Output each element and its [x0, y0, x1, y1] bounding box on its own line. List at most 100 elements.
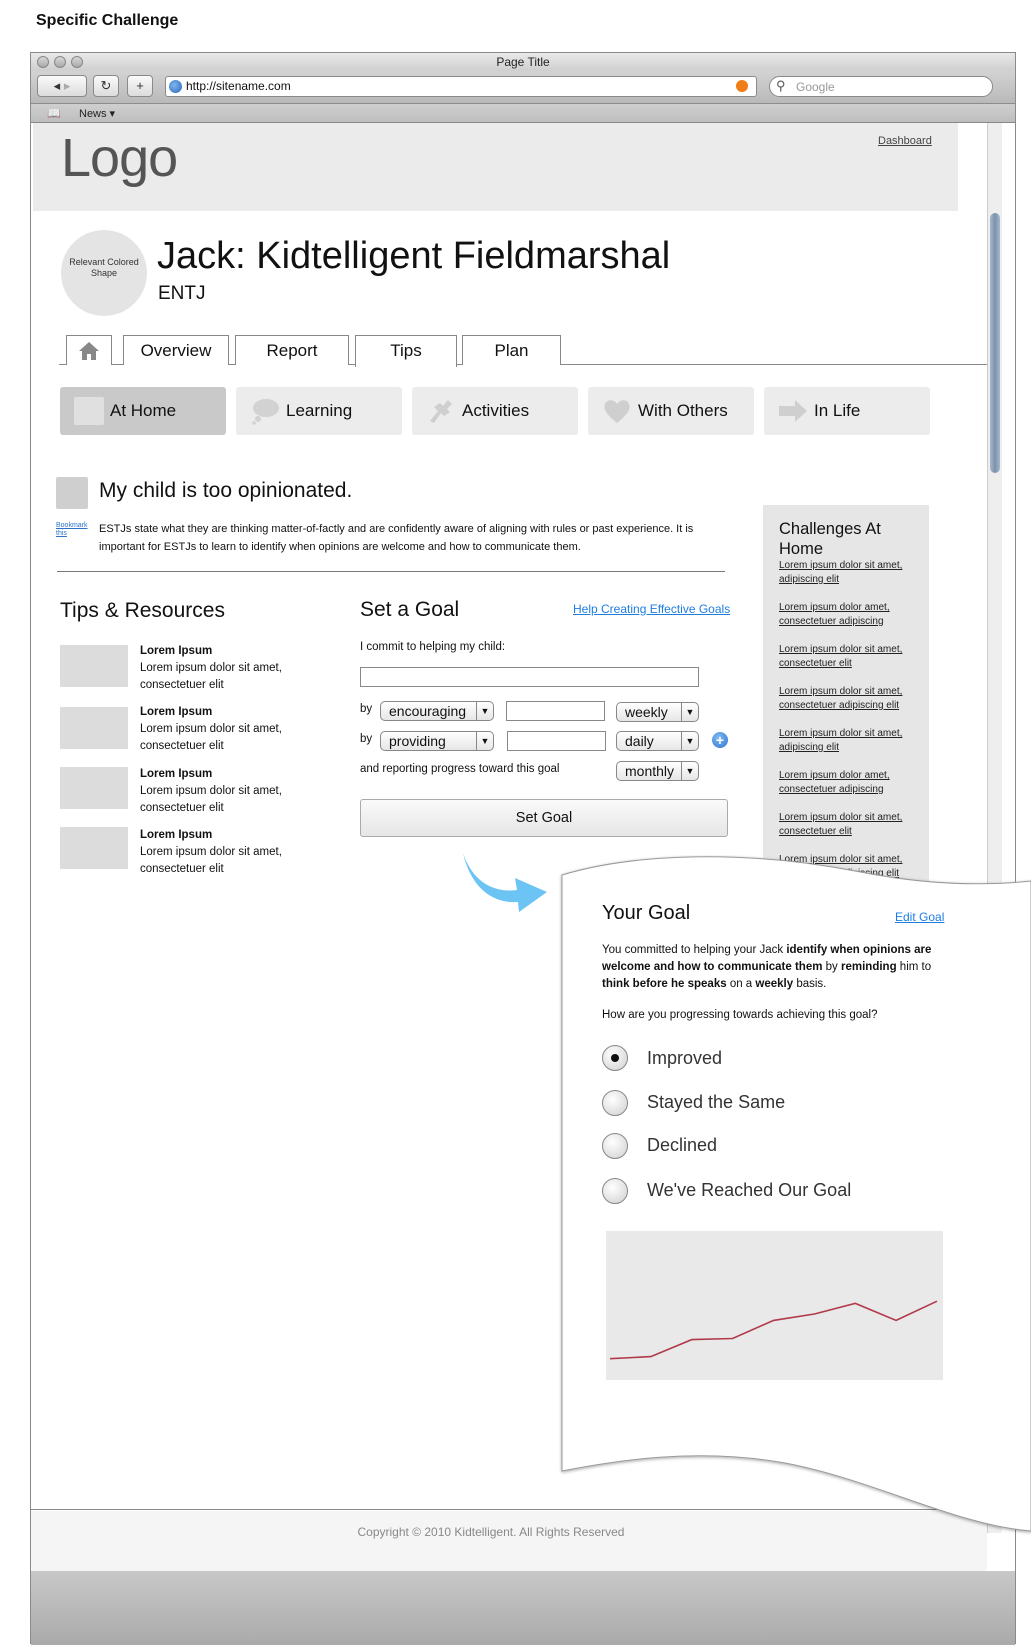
edit-goal-link[interactable]: Edit Goal [895, 910, 944, 924]
subnav-label: Learning [286, 401, 353, 420]
search-icon: ⚲ [776, 78, 786, 93]
add-bookmark-button[interactable]: + [127, 75, 153, 97]
frequency-select-1[interactable]: weekly ▼ [616, 702, 699, 722]
radio-reached-goal[interactable] [602, 1178, 628, 1204]
book-icon[interactable]: 📖 [47, 107, 61, 120]
select-value: providing [389, 733, 446, 749]
by-label: by [360, 703, 373, 715]
tip-heading[interactable]: Lorem Ipsum [140, 645, 212, 657]
avatar: Relevant Colored Shape [61, 230, 147, 316]
goal-text: You committed to helping your Jack [602, 944, 787, 956]
add-row-icon[interactable]: + [712, 732, 728, 748]
url-text: http://sitename.com [186, 79, 291, 93]
site-header: Logo Dashboard [33, 123, 958, 211]
thought-bubble-icon [252, 399, 279, 425]
help-goals-link[interactable]: Help Creating Effective Goals [573, 602, 730, 616]
subnav-with-others[interactable]: With Others [588, 387, 754, 435]
subnav-at-home[interactable]: At Home [60, 387, 226, 435]
profile-name: Jack: Kidtelligent Fieldmarshal [157, 235, 671, 277]
window-title: Page Title [496, 55, 550, 69]
tab-home[interactable] [66, 335, 112, 365]
radio-stayed-same[interactable] [602, 1090, 628, 1116]
frequency-select-2[interactable]: daily ▼ [616, 731, 699, 751]
set-goal-button[interactable]: Set Goal [360, 799, 728, 837]
logo[interactable]: Logo [61, 127, 178, 189]
goal-text: by [822, 961, 842, 973]
tip-body: Lorem ipsum dolor sit amet, consectetuer… [140, 662, 282, 691]
subnav-label: At Home [110, 401, 177, 420]
sidebar-title: Challenges At Home [779, 520, 881, 558]
chevron-down-icon: ▼ [476, 702, 493, 720]
forward-icon[interactable]: ▸ [64, 78, 71, 93]
progress-chart [606, 1231, 943, 1380]
action-input-2[interactable] [507, 731, 606, 751]
title-bar: Page Title [31, 53, 1015, 71]
select-value: monthly [625, 763, 675, 779]
tab-overview[interactable]: Overview [123, 335, 229, 365]
method-select-2[interactable]: providing ▼ [380, 731, 494, 751]
search-input[interactable]: ⚲ Google [769, 76, 993, 97]
back-icon[interactable]: ◂ [54, 78, 61, 93]
sidebar-link[interactable]: Lorem ipsum dolor sit amet, adipiscing e… [779, 727, 919, 755]
challenge-title: My child is too opinionated. [99, 479, 353, 502]
challenge-description: ESTJs state what they are thinking matte… [99, 523, 694, 553]
radio-improved[interactable] [602, 1045, 628, 1071]
radio-label-stayed-same[interactable]: Stayed the Same [647, 1092, 785, 1113]
scrollbar-thumb[interactable] [990, 213, 1000, 473]
sidebar-link[interactable]: Lorem ipsum dolor sit amet, consectetuer… [779, 811, 919, 839]
tip-body: Lorem ipsum dolor sit amet, consectetuer… [140, 846, 282, 875]
sidebar-link[interactable]: Lorem ipsum dolor sit amet, consectetuer… [779, 643, 919, 671]
goal-input[interactable] [360, 667, 699, 687]
your-goal-title: Your Goal [602, 902, 691, 924]
sidebar-link[interactable]: Lorem ipsum dolor sit amet, consectetuer… [779, 685, 919, 713]
radio-label-improved[interactable]: Improved [647, 1048, 722, 1069]
square-icon [74, 397, 104, 425]
tip-thumbnail[interactable] [60, 645, 128, 687]
sidebar-link[interactable]: Lorem ipsum dolor amet, consectetuer adi… [779, 601, 919, 629]
tab-report[interactable]: Report [235, 335, 349, 365]
radio-label-reached-goal[interactable]: We've Reached Our Goal [647, 1180, 851, 1201]
set-goal-title: Set a Goal [360, 598, 460, 621]
tip-thumbnail[interactable] [60, 707, 128, 749]
tip-thumbnail[interactable] [60, 827, 128, 869]
browser-toolbar: ◂ ▸ ↻ + http://sitename.com ⚲ Google [31, 71, 1015, 104]
by-label: by [360, 733, 373, 745]
chevron-down-icon: ▼ [681, 762, 698, 780]
action-input-1[interactable] [506, 701, 605, 721]
bookmark-link[interactable]: Bookmark this [56, 522, 90, 538]
puzzle-piece-icon [430, 400, 452, 423]
window-bottom-bar [31, 1571, 1015, 1645]
sidebar-link[interactable]: Lorem ipsum dolor sit amet, adipiscing e… [779, 559, 919, 587]
select-value: daily [625, 733, 654, 749]
dashboard-link[interactable]: Dashboard [878, 135, 932, 147]
tip-heading[interactable]: Lorem Ipsum [140, 829, 212, 841]
back-forward-buttons[interactable]: ◂ ▸ [37, 75, 87, 97]
tab-plan[interactable]: Plan [462, 335, 561, 365]
goal-text: basis. [793, 978, 827, 990]
home-icon [79, 342, 99, 360]
rss-icon[interactable] [736, 80, 748, 92]
sidebar-link[interactable]: Lorem ipsum dolor amet, consectetuer adi… [779, 769, 919, 797]
goal-text-bold: reminding [841, 961, 897, 973]
chevron-down-icon: ▼ [681, 732, 698, 750]
reload-button[interactable]: ↻ [93, 75, 119, 97]
progress-chart-svg [609, 1300, 938, 1360]
bookmarks-bar: 📖 News ▾ [31, 104, 1015, 123]
url-bar[interactable]: http://sitename.com [165, 76, 757, 97]
subnav-activities[interactable]: Activities [412, 387, 578, 435]
reporting-frequency-select[interactable]: monthly ▼ [616, 761, 699, 781]
radio-declined[interactable] [602, 1133, 628, 1159]
subnav-in-life[interactable]: In Life [764, 387, 930, 435]
subnav-label: In Life [814, 401, 861, 420]
tab-tips[interactable]: Tips [355, 335, 457, 367]
radio-label-declined[interactable]: Declined [647, 1135, 717, 1156]
plus-icon: + [136, 78, 144, 93]
tip-heading[interactable]: Lorem Ipsum [140, 768, 212, 780]
tip-thumbnail[interactable] [60, 767, 128, 809]
subnav-learning[interactable]: Learning [236, 387, 402, 435]
goal-text-bold: weekly [755, 978, 794, 990]
bookmark-news[interactable]: News ▾ [79, 107, 115, 120]
method-select-1[interactable]: encouraging ▼ [380, 701, 494, 721]
tip-heading[interactable]: Lorem Ipsum [140, 706, 212, 718]
profile-type: ENTJ [158, 283, 206, 304]
